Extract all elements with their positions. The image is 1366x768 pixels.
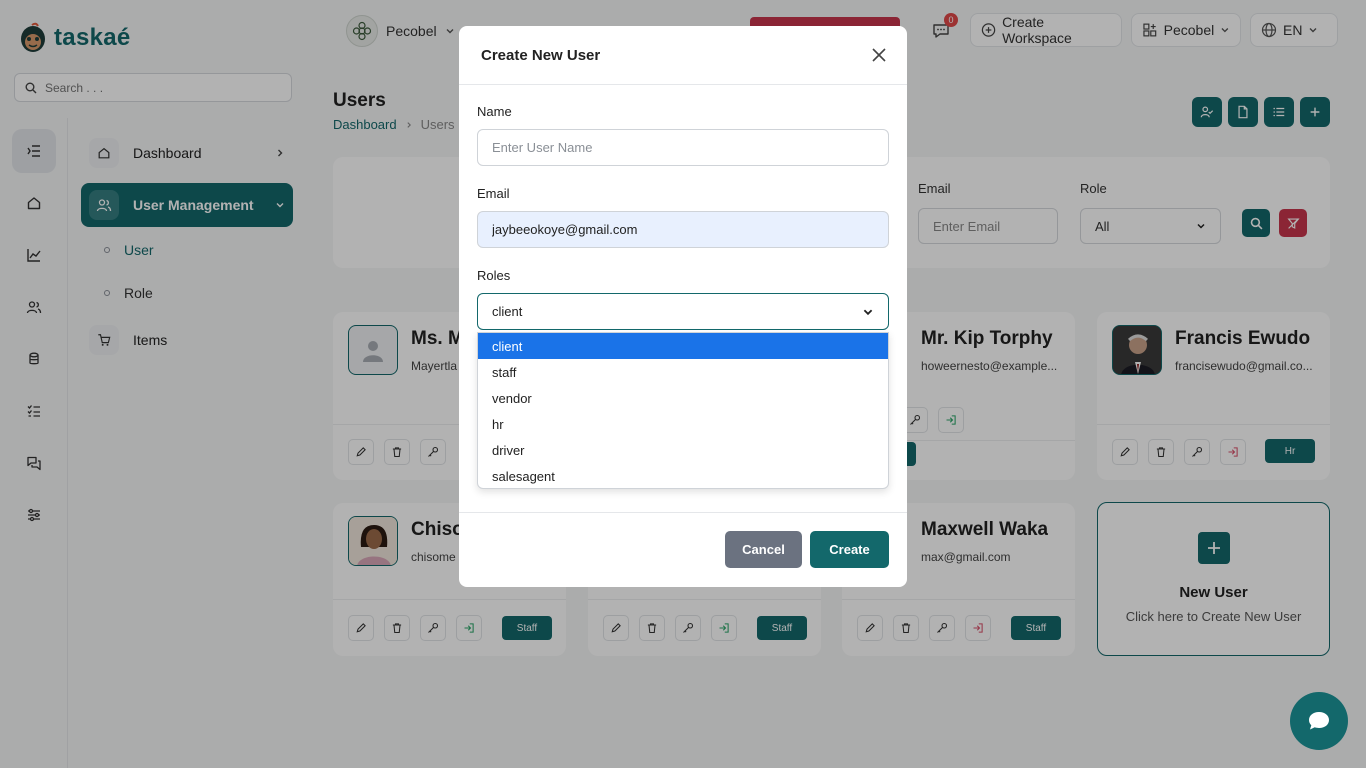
cancel-button[interactable]: Cancel <box>725 531 802 568</box>
close-icon <box>872 48 886 62</box>
chat-bubble-icon <box>1309 712 1329 730</box>
roles-dropdown-list: client staff vendor hr driver salesagent <box>477 332 889 489</box>
role-option-salesagent[interactable]: salesagent <box>478 463 888 488</box>
role-option-vendor[interactable]: vendor <box>478 385 888 411</box>
chevron-down-icon <box>862 306 874 318</box>
create-user-dialog: Create New User Name Email Roles client … <box>459 26 907 587</box>
role-option-staff[interactable]: staff <box>478 359 888 385</box>
dialog-title: Create New User <box>481 47 601 64</box>
roles-select[interactable]: client <box>477 293 889 330</box>
chat-widget-button[interactable] <box>1290 692 1348 750</box>
roles-selected-value: client <box>492 304 523 319</box>
email-label: Email <box>477 186 510 201</box>
role-option-hr[interactable]: hr <box>478 411 888 437</box>
role-option-client[interactable]: client <box>478 333 888 359</box>
close-button[interactable] <box>870 46 888 64</box>
name-label: Name <box>477 104 512 119</box>
email-field[interactable] <box>477 211 889 248</box>
name-field[interactable] <box>477 129 889 166</box>
create-button[interactable]: Create <box>810 531 889 568</box>
roles-label: Roles <box>477 268 511 283</box>
role-option-driver[interactable]: driver <box>478 437 888 463</box>
